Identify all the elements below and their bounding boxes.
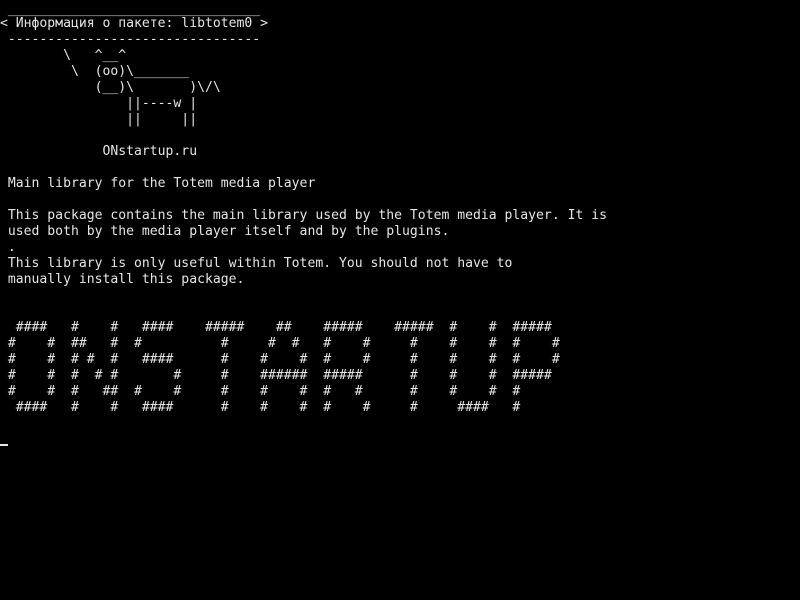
text-cursor: [0, 444, 8, 446]
terminal-screen: ________________________________ < Инфор…: [0, 0, 800, 600]
cow-art-line: \ ^__^: [0, 48, 127, 63]
site-name: ONstartup.ru: [0, 144, 198, 159]
cow-art-line: || ||: [0, 112, 198, 127]
cowsay-title-line: < Информация о пакете: libtotem0 >: [0, 16, 269, 31]
banner-line: #### # # #### # # # # # # #### #: [0, 400, 521, 415]
cow-art-line: ||----w |: [0, 96, 198, 111]
cow-art-line: (__)\ )\/\: [0, 80, 221, 95]
banner-line: #### # # #### ##### ## ##### ##### # # #…: [0, 320, 552, 335]
banner-line: # # # # # # # ###### ##### # # # #####: [0, 368, 552, 383]
package-description-line: This package contains the main library u…: [0, 208, 607, 223]
banner-line: # # # # # #### # # # # # # # # # #: [0, 352, 560, 367]
cowsay-border-bottom: --------------------------------: [0, 32, 261, 47]
banner-line: # # ## # # # # # # # # # # # #: [0, 336, 560, 351]
package-description-line: This library is only useful within Totem…: [0, 256, 513, 271]
package-description-line: used both by the media player itself and…: [0, 224, 450, 239]
package-description-line: manually install this package.: [0, 272, 245, 287]
banner-line: # # # ## # # # # # # # # # # #: [0, 384, 521, 399]
cow-art-line: \ (oo)\_______: [0, 64, 190, 79]
package-description-line: .: [0, 240, 16, 255]
package-summary: Main library for the Totem media player: [0, 176, 316, 191]
